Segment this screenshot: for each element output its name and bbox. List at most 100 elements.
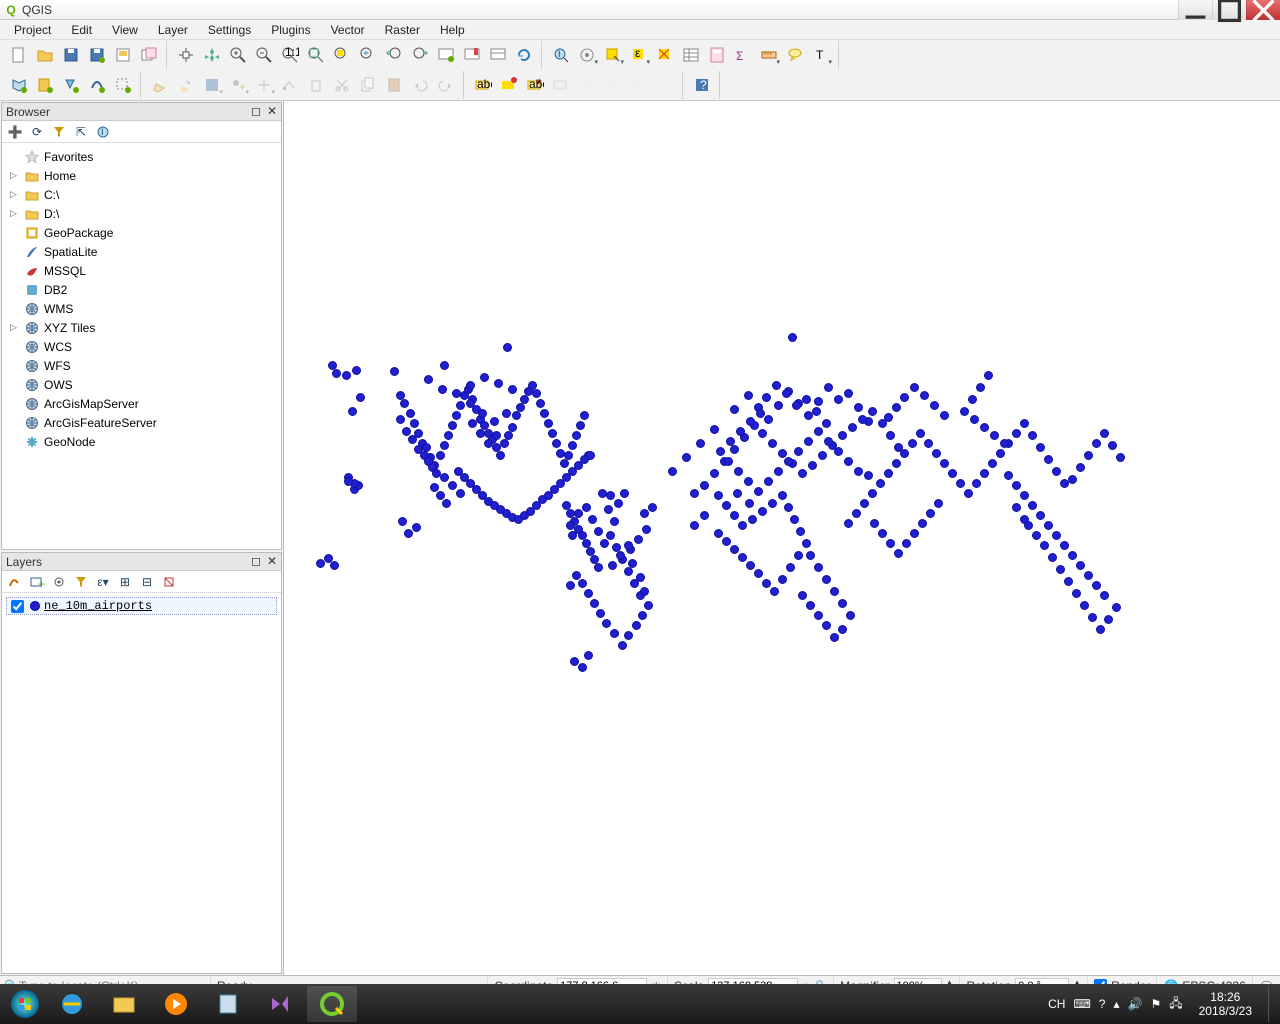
add-vector-layer-icon[interactable] <box>6 72 32 98</box>
refresh-browser-icon[interactable]: ⟳ <box>28 123 46 141</box>
browser-item-arcgisfeatureserver[interactable]: ArcGisFeatureServer <box>4 413 279 432</box>
menu-vector[interactable]: Vector <box>321 21 375 39</box>
statistics-icon[interactable]: Σ <box>730 42 756 68</box>
move-feature-icon[interactable]: ▾ <box>251 72 277 98</box>
menu-layer[interactable]: Layer <box>148 21 198 39</box>
new-bookmark-icon[interactable] <box>459 42 485 68</box>
open-project-icon[interactable] <box>32 42 58 68</box>
node-tool-icon[interactable] <box>277 72 303 98</box>
deselect-all-icon[interactable] <box>652 42 678 68</box>
new-shapefile-icon[interactable] <box>58 72 84 98</box>
tray-network-icon[interactable]: 🖧 <box>1169 994 1182 1015</box>
add-layer-icon[interactable]: ➕ <box>6 123 24 141</box>
minimize-button[interactable] <box>1178 0 1212 20</box>
expand-icon[interactable]: ▷ <box>10 322 20 333</box>
taskbar-mediaplayer-icon[interactable] <box>151 986 201 1022</box>
zoom-out-icon[interactable] <box>251 42 277 68</box>
refresh-icon[interactable] <box>511 42 537 68</box>
close-button[interactable] <box>1246 0 1280 20</box>
layer-style-icon[interactable] <box>6 573 24 591</box>
layers-undock-icon[interactable]: ◻ <box>249 554 263 568</box>
browser-item-db2[interactable]: DB2 <box>4 280 279 299</box>
browser-item-wcs[interactable]: WCS <box>4 337 279 356</box>
browser-close-icon[interactable]: ✕ <box>265 104 279 118</box>
new-virtual-layer-icon[interactable] <box>110 72 136 98</box>
filter-legend-icon[interactable] <box>72 573 90 591</box>
label-pin-icon[interactable]: abc <box>522 72 548 98</box>
browser-item-geonode[interactable]: GeoNode <box>4 432 279 451</box>
redo-icon[interactable] <box>433 72 459 98</box>
add-group-icon[interactable]: + <box>28 573 46 591</box>
browser-item-c-[interactable]: ▷C:\ <box>4 185 279 204</box>
current-edits-icon[interactable] <box>147 72 173 98</box>
copy-features-icon[interactable] <box>355 72 381 98</box>
expand-icon[interactable]: ▷ <box>10 208 20 219</box>
label-change-icon[interactable] <box>626 72 652 98</box>
browser-tree[interactable]: Favorites▷Home▷C:\▷D:\GeoPackageSpatiaLi… <box>2 143 281 549</box>
manage-visibility-icon[interactable] <box>50 573 68 591</box>
show-bookmarks-icon[interactable] <box>485 42 511 68</box>
select-features-icon[interactable]: ▾ <box>600 42 626 68</box>
browser-item-xyz-tiles[interactable]: ▷XYZ Tiles <box>4 318 279 337</box>
menu-edit[interactable]: Edit <box>61 21 102 39</box>
browser-item-favorites[interactable]: Favorites <box>4 147 279 166</box>
map-tips-icon[interactable] <box>782 42 808 68</box>
tray-ime[interactable]: CH <box>1048 997 1065 1011</box>
expand-all-layers-icon[interactable]: ⊞ <box>116 573 134 591</box>
add-feature-icon[interactable]: +▾ <box>225 72 251 98</box>
paste-features-icon[interactable] <box>381 72 407 98</box>
label-move-icon[interactable] <box>574 72 600 98</box>
toggle-editing-icon[interactable] <box>173 72 199 98</box>
show-desktop-button[interactable] <box>1268 986 1276 1022</box>
filter-expression-icon[interactable]: ε▾ <box>94 573 112 591</box>
menu-view[interactable]: View <box>102 21 148 39</box>
layout-manager-icon[interactable] <box>136 42 162 68</box>
maximize-button[interactable] <box>1212 0 1246 20</box>
taskbar-notepad-icon[interactable] <box>203 986 253 1022</box>
label-layer-icon[interactable]: abc <box>470 72 496 98</box>
zoom-next-icon[interactable] <box>407 42 433 68</box>
zoom-full-icon[interactable] <box>303 42 329 68</box>
layer-list[interactable]: ne_10m_airports <box>2 593 281 973</box>
new-map-view-icon[interactable] <box>433 42 459 68</box>
collapse-all-icon[interactable]: ⇱ <box>72 123 90 141</box>
new-project-icon[interactable] <box>6 42 32 68</box>
browser-item-spatialite[interactable]: SpatiaLite <box>4 242 279 261</box>
browser-item-home[interactable]: ▷Home <box>4 166 279 185</box>
layers-close-icon[interactable]: ✕ <box>265 554 279 568</box>
expand-icon[interactable]: ▷ <box>10 189 20 200</box>
browser-undock-icon[interactable]: ◻ <box>249 104 263 118</box>
menu-help[interactable]: Help <box>430 21 475 39</box>
save-edits-icon[interactable]: ▾ <box>199 72 225 98</box>
start-button[interactable] <box>4 986 46 1022</box>
browser-item-wfs[interactable]: WFS <box>4 356 279 375</box>
browser-item-geopackage[interactable]: GeoPackage <box>4 223 279 242</box>
zoom-last-icon[interactable] <box>381 42 407 68</box>
help-whatsthis-icon[interactable]: ? <box>689 72 715 98</box>
zoom-in-icon[interactable] <box>225 42 251 68</box>
tray-keyboard-icon[interactable]: ⌨ <box>1073 997 1090 1011</box>
filter-browser-icon[interactable] <box>50 123 68 141</box>
new-print-layout-icon[interactable] <box>110 42 136 68</box>
zoom-to-layer-icon[interactable] <box>355 42 381 68</box>
save-project-icon[interactable] <box>58 42 84 68</box>
map-canvas[interactable] <box>284 101 1280 975</box>
browser-item-wms[interactable]: WMS <box>4 299 279 318</box>
label-show-icon[interactable] <box>548 72 574 98</box>
menu-plugins[interactable]: Plugins <box>261 21 320 39</box>
label-rotate-icon[interactable] <box>600 72 626 98</box>
taskbar-qgis-icon[interactable] <box>307 986 357 1022</box>
expand-icon[interactable]: ▷ <box>10 170 20 181</box>
action-icon[interactable]: ▾ <box>574 42 600 68</box>
label-prop-icon[interactable] <box>652 72 678 98</box>
identify-icon[interactable]: i <box>548 42 574 68</box>
cut-features-icon[interactable] <box>329 72 355 98</box>
measure-icon[interactable]: ▾ <box>756 42 782 68</box>
browser-item-ows[interactable]: OWS <box>4 375 279 394</box>
tray-clock[interactable]: 18:26 2018/3/23 <box>1191 990 1260 1018</box>
zoom-native-icon[interactable]: 1:1 <box>277 42 303 68</box>
new-spatialite-icon[interactable] <box>84 72 110 98</box>
tray-help-icon[interactable]: ? <box>1099 997 1106 1011</box>
menu-project[interactable]: Project <box>4 21 61 39</box>
delete-selected-icon[interactable] <box>303 72 329 98</box>
